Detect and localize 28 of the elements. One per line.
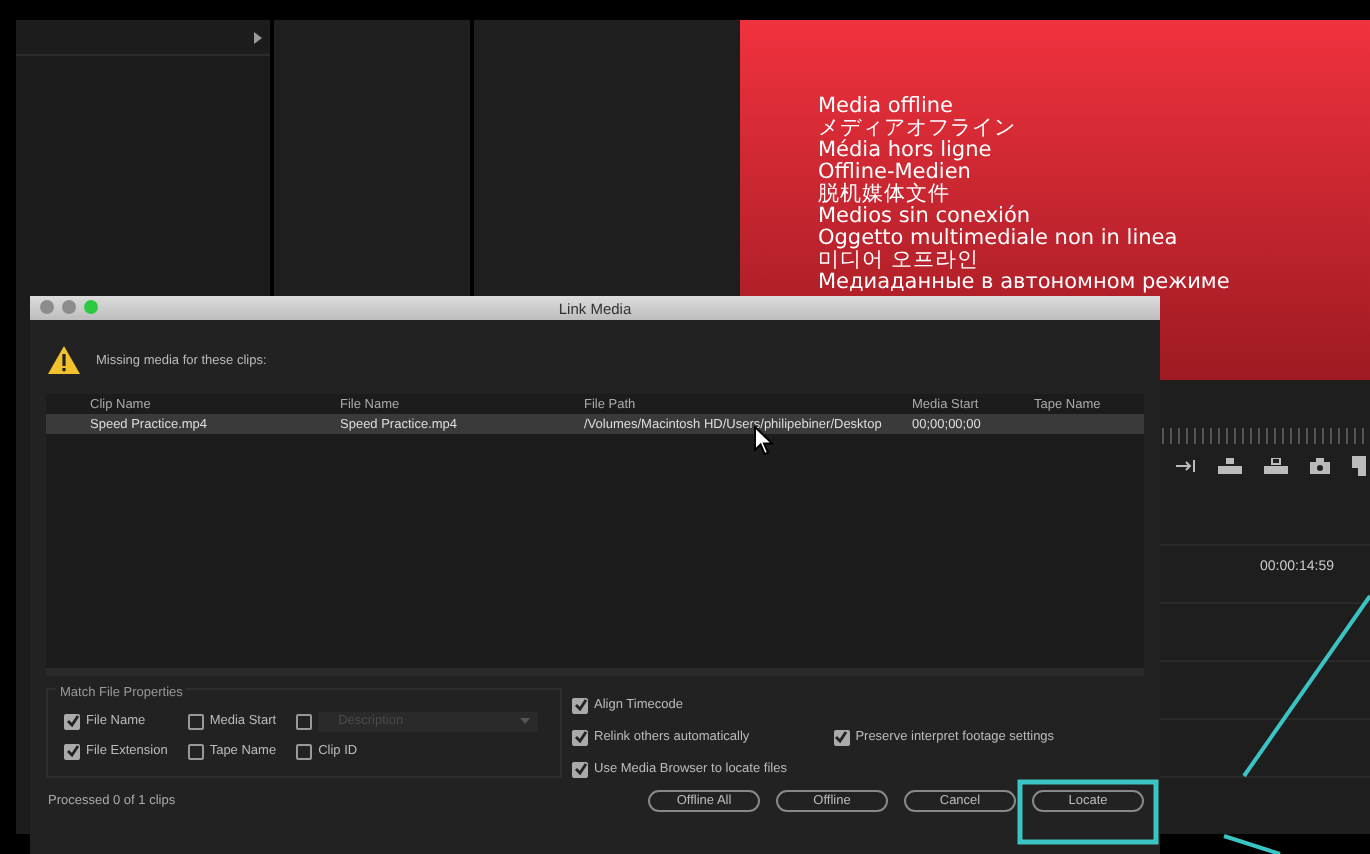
- panel-menu-icon[interactable]: [254, 31, 262, 43]
- offline-message: Media offline: [818, 96, 955, 118]
- offline-message: Offline-Medien: [818, 162, 971, 184]
- extract-icon[interactable]: [1264, 458, 1288, 474]
- offline-message: Медиаданные в автономном режиме: [818, 272, 1232, 294]
- checkbox[interactable]: [187, 713, 204, 729]
- checkbox[interactable]: [572, 697, 588, 713]
- button-editor-icon[interactable]: [1352, 456, 1366, 476]
- checkbox[interactable]: [296, 743, 313, 759]
- lift-icon[interactable]: [1218, 458, 1242, 474]
- offline-message: Medios sin conexión: [818, 206, 1033, 228]
- highlight-rectangle: [1017, 779, 1159, 845]
- caret-icon: [520, 718, 531, 724]
- checkbox[interactable]: [64, 713, 80, 729]
- offline-message: 脱机媒体文件: [818, 184, 950, 206]
- offline-message: Oggetto multimediale non in linea: [818, 228, 1180, 250]
- checkbox[interactable]: [572, 761, 588, 777]
- offline-message: 미디어 오프라인: [818, 250, 981, 272]
- camera-icon[interactable]: [1310, 458, 1330, 474]
- checkbox[interactable]: [64, 743, 80, 759]
- offline-message: Média hors ligne: [818, 140, 994, 162]
- offline-message: メディアオフライン: [818, 118, 1018, 140]
- checkbox[interactable]: [572, 729, 588, 745]
- annotation-line: [1223, 834, 1281, 854]
- checkbox[interactable]: [187, 743, 204, 759]
- go-to-out-icon[interactable]: [1176, 458, 1196, 474]
- checkbox[interactable]: [833, 729, 850, 745]
- warning-icon: [48, 346, 80, 374]
